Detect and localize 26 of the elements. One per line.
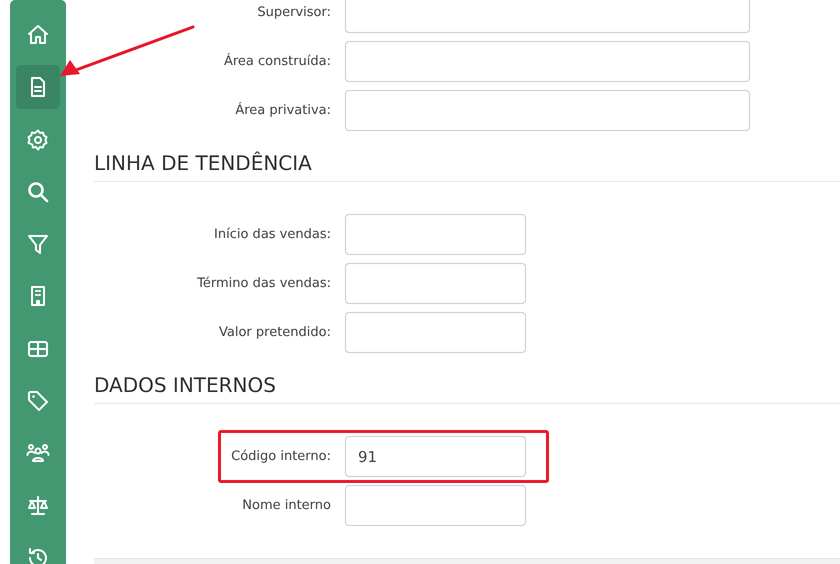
input-field[interactable] xyxy=(345,0,750,33)
tag-icon xyxy=(26,389,50,414)
field-label: Supervisor: xyxy=(256,4,332,22)
field-label: Valor pretendido: xyxy=(218,324,332,342)
home-icon xyxy=(26,23,50,47)
filter-icon xyxy=(26,232,50,256)
field-label: Término das vendas: xyxy=(196,274,332,293)
input-field[interactable] xyxy=(345,214,526,255)
search-icon xyxy=(26,180,50,204)
field-label: Área privativa: xyxy=(234,101,332,120)
sidebar-item[interactable] xyxy=(16,65,60,110)
field-label: Início das vendas: xyxy=(213,226,332,244)
history-icon xyxy=(26,546,50,564)
input-field[interactable] xyxy=(345,263,526,304)
input-field[interactable] xyxy=(345,485,526,526)
field-label: Nome interno xyxy=(241,496,332,515)
input-field[interactable] xyxy=(345,41,750,82)
section-heading: DADOS INTERNOS xyxy=(94,365,840,404)
input-field[interactable] xyxy=(345,312,526,353)
input-field[interactable] xyxy=(345,90,750,131)
input-field[interactable]: 91 xyxy=(345,436,526,477)
field-label: Código interno: xyxy=(230,448,332,466)
settings-icon xyxy=(26,128,50,152)
section-heading: LINHA DE TENDÊNCIA xyxy=(94,143,840,182)
scale-icon xyxy=(26,494,50,518)
field-label: Área construída: xyxy=(222,52,332,71)
